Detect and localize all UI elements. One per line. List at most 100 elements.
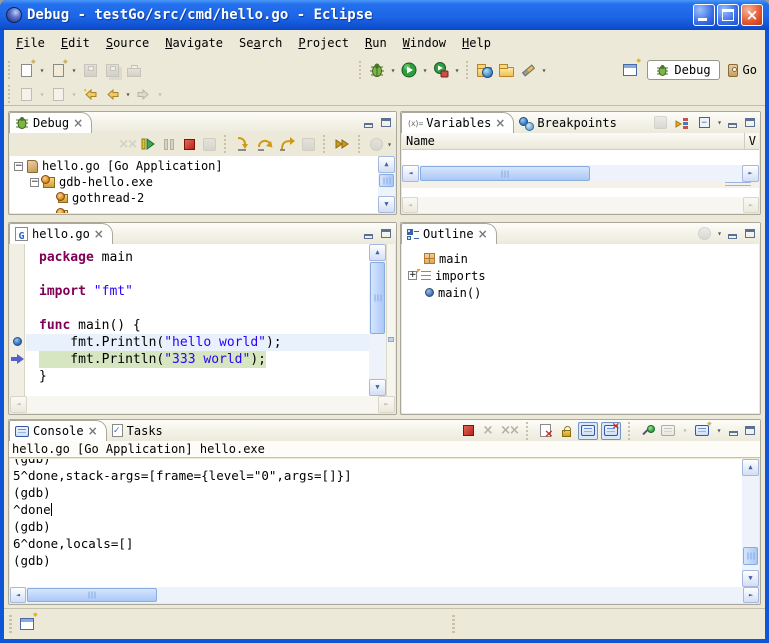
terminate-button[interactable] — [459, 422, 477, 440]
tab-tasks[interactable]: ✓ Tasks — [107, 420, 171, 441]
clear-console-button[interactable]: × — [536, 422, 554, 440]
minimize-view-button[interactable] — [362, 227, 375, 240]
overview-ruler[interactable] — [386, 244, 395, 396]
remove-all-terminated-button[interactable]: ×× — [118, 133, 136, 155]
column-divider[interactable] — [744, 133, 745, 149]
show-type-names-button[interactable] — [651, 115, 669, 131]
menu-help[interactable]: Help — [454, 33, 499, 53]
tree-row[interactable]: − hello.go [Go Application] — [10, 158, 395, 174]
scroll-thumb[interactable] — [420, 166, 590, 181]
remove-launch-button[interactable]: × — [480, 422, 496, 440]
new-wizard-dropdown[interactable]: ▾ — [37, 66, 47, 75]
editor-ruler[interactable] — [10, 244, 25, 396]
scroll-left-button[interactable]: ◄ — [10, 396, 27, 413]
outline-item-imports[interactable]: + imports — [402, 267, 759, 284]
external-tools-dropdown[interactable]: ▾ — [452, 66, 462, 75]
scroll-right-button[interactable]: ► — [743, 197, 759, 213]
use-step-filters-button[interactable] — [367, 133, 385, 155]
new-project-dropdown[interactable]: ▾ — [69, 66, 79, 75]
collapse-all-button[interactable]: − — [695, 115, 713, 131]
scroll-left-button[interactable]: ◄ — [402, 197, 418, 213]
next-annotation-button[interactable] — [15, 83, 37, 105]
code-editor[interactable]: package main import "fmt" func main() { … — [26, 244, 369, 396]
show-stderr-button[interactable]: × — [601, 422, 621, 440]
step-over-button[interactable] — [255, 133, 275, 155]
value-column-header[interactable]: V — [749, 134, 756, 148]
minimize-view-button[interactable] — [727, 424, 740, 437]
previous-annotation-button[interactable] — [47, 83, 69, 105]
tree-row[interactable]: gothread-2 — [10, 190, 395, 206]
expand-expander-icon[interactable]: + — [408, 271, 417, 280]
menu-search[interactable]: Search — [231, 33, 290, 53]
close-window-button[interactable]: × — [741, 4, 763, 26]
breakpoint-icon[interactable] — [13, 337, 22, 346]
terminate-button[interactable] — [180, 133, 198, 155]
scroll-left-button[interactable]: ◄ — [10, 587, 26, 603]
outline-item-main-package[interactable]: main — [402, 250, 759, 267]
step-return-button[interactable] — [277, 133, 297, 155]
maximize-view-button[interactable] — [743, 116, 756, 129]
view-menu-button[interactable]: ▾ — [717, 118, 722, 127]
open-console-dropdown[interactable]: ▾ — [714, 426, 724, 435]
close-tab-icon[interactable]: × — [73, 117, 83, 129]
tab-debug[interactable]: Debug × — [9, 112, 92, 133]
last-edit-location-button[interactable]: ✦ — [79, 83, 101, 105]
show-stdout-button[interactable] — [578, 422, 598, 440]
menu-run[interactable]: Run — [357, 33, 395, 53]
console-output[interactable]: (gdb) 5^done,stack-args=[frame={level="0… — [10, 459, 742, 587]
view-menu-button[interactable]: ▾ — [717, 229, 722, 238]
fast-view-button[interactable]: ✦ — [16, 613, 38, 635]
disconnect-button[interactable] — [200, 133, 218, 155]
external-tools-button[interactable] — [430, 59, 452, 81]
minimize-window-button[interactable] — [693, 4, 715, 26]
tab-console[interactable]: Console × — [9, 420, 107, 441]
scroll-down-button[interactable]: ▼ — [378, 196, 395, 213]
scroll-down-button[interactable]: ▼ — [742, 570, 759, 587]
debug-launch-button[interactable] — [366, 59, 388, 81]
collapse-expander-icon[interactable]: − — [30, 178, 39, 187]
scroll-thumb[interactable] — [27, 588, 157, 602]
scroll-up-button[interactable]: ▲ — [378, 156, 395, 173]
next-annotation-dropdown[interactable]: ▾ — [37, 90, 47, 99]
menu-window[interactable]: Window — [395, 33, 454, 53]
maximize-window-button[interactable] — [717, 4, 739, 26]
scroll-thumb[interactable] — [370, 262, 385, 334]
forward-button[interactable] — [133, 83, 155, 105]
save-button[interactable] — [79, 59, 101, 81]
scroll-right-button[interactable]: ► — [742, 165, 759, 182]
menu-project[interactable]: Project — [290, 33, 357, 53]
forward-dropdown[interactable]: ▾ — [155, 90, 165, 99]
tree-row-clipped[interactable] — [10, 206, 395, 213]
back-button[interactable] — [101, 83, 123, 105]
view-menu-button[interactable]: ▾ — [387, 140, 392, 149]
close-tab-icon[interactable]: × — [94, 228, 104, 240]
collapse-expander-icon[interactable]: − — [14, 162, 23, 171]
minimize-view-button[interactable] — [726, 227, 739, 240]
new-wizard-button[interactable]: ✦ — [15, 59, 37, 81]
close-tab-icon[interactable]: × — [478, 228, 488, 240]
resume-button[interactable] — [138, 133, 158, 155]
new-project-button[interactable]: ✦ — [47, 59, 69, 81]
open-type-button[interactable] — [473, 59, 495, 81]
menu-edit[interactable]: Edit — [53, 33, 98, 53]
scroll-thumb[interactable] — [743, 547, 758, 565]
open-resource-button[interactable] — [495, 59, 517, 81]
debug-launch-dropdown[interactable]: ▾ — [388, 66, 398, 75]
minimize-view-button[interactable] — [726, 116, 739, 129]
back-dropdown[interactable]: ▾ — [123, 90, 133, 99]
scroll-down-button[interactable]: ▼ — [369, 379, 386, 396]
name-column-header[interactable]: Name — [406, 134, 435, 148]
tab-outline[interactable]: Outline × — [401, 223, 497, 244]
maximize-view-button[interactable] — [743, 424, 756, 437]
step-into-button[interactable] — [233, 133, 253, 155]
variables-detail-pane[interactable]: ◄ ► — [402, 188, 759, 213]
search-dropdown[interactable]: ▾ — [539, 66, 549, 75]
show-logical-structure-button[interactable] — [673, 115, 691, 131]
save-all-button[interactable] — [101, 59, 123, 81]
previous-annotation-dropdown[interactable]: ▾ — [69, 90, 79, 99]
print-button[interactable] — [123, 59, 145, 81]
menu-file[interactable]: File — [8, 33, 53, 53]
outline-item-main-func[interactable]: main() — [402, 284, 759, 301]
search-button[interactable] — [517, 59, 539, 81]
perspective-go[interactable]: Go — [726, 61, 759, 79]
